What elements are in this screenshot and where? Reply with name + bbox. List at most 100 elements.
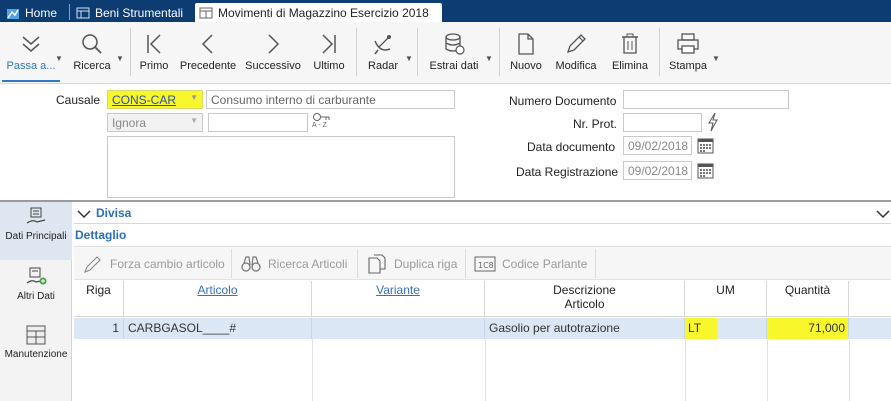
tab-beni-strumentali[interactable]: Beni Strumentali	[72, 3, 192, 22]
section-divider	[0, 200, 891, 202]
column-header-descrizione[interactable]: Descrizione Articolo	[485, 281, 685, 317]
table-row[interactable]: 1 CARBGASOL____# Gasolio per autotrazion…	[74, 318, 891, 339]
column-line	[849, 339, 850, 401]
cell-descrizione[interactable]: Gasolio per autotrazione	[485, 318, 685, 339]
home-icon	[6, 6, 20, 20]
codice-parlante-button[interactable]: 1C8 Codice Parlante	[468, 249, 596, 278]
ignora-text-field[interactable]	[208, 113, 308, 132]
tab-movimenti-magazzino[interactable]: Movimenti di Magazzino Esercizio 2018	[195, 3, 442, 22]
nav-altri-dati[interactable]: Altri Dati	[0, 262, 72, 316]
column-line	[767, 339, 768, 401]
app-window: Home Beni Strumentali Movimenti di Magaz…	[0, 0, 891, 401]
column-header-variante[interactable]: Variante	[312, 281, 485, 317]
forza-cambio-articolo-button[interactable]: Forza cambio articolo	[76, 249, 232, 278]
cell-articolo[interactable]: CARBGASOL____#	[124, 318, 312, 339]
estrai-dati-button[interactable]: Estrai dati	[426, 22, 482, 82]
radar-button[interactable]: Radar	[364, 22, 402, 82]
data-documento-field[interactable]: 09/02/2018	[623, 136, 692, 155]
detail-grid: Riga Articolo Variante Descrizione Artic…	[74, 281, 891, 401]
nav-dati-principali[interactable]: Dati Principali	[0, 202, 72, 260]
numero-documento-label: Numero Documento	[509, 94, 617, 108]
toolbar-separator	[499, 28, 500, 76]
column-header-descrizione-line1: Descrizione	[553, 283, 616, 297]
column-line	[485, 339, 486, 401]
calendar-icon[interactable]	[697, 162, 714, 179]
cell-um[interactable]: LT	[685, 318, 767, 339]
chevron-right-icon	[268, 34, 280, 54]
column-line	[685, 339, 686, 401]
new-document-icon	[518, 33, 534, 55]
ricerca-dropdown-arrow[interactable]: ▼	[116, 54, 124, 63]
divisa-section-title[interactable]: Divisa	[96, 206, 131, 220]
column-line	[312, 339, 313, 401]
last-record-icon	[322, 34, 336, 54]
cell-quantita[interactable]: 71,000	[767, 318, 849, 339]
left-nav: Dati Principali Altri Dati Manutenzione	[0, 202, 72, 401]
causale-dropdown-arrow[interactable]: ▼	[190, 93, 198, 102]
numero-documento-field[interactable]	[623, 90, 789, 109]
az-label: A - Z	[312, 122, 327, 129]
ricerca-articoli-button[interactable]: Ricerca Articoli	[234, 249, 358, 278]
primo-button[interactable]: Primo	[136, 22, 172, 82]
ignora-select[interactable]: Ignora ▼	[107, 113, 203, 132]
ultimo-button[interactable]: Ultimo	[308, 22, 350, 82]
tab-separator	[69, 4, 70, 20]
tab-bar: Home Beni Strumentali Movimenti di Magaz…	[0, 0, 891, 22]
successivo-button[interactable]: Successivo	[244, 22, 302, 82]
cell-variante[interactable]	[312, 318, 485, 339]
column-header-riga[interactable]: Riga	[74, 281, 124, 317]
radar-dropdown-arrow[interactable]: ▼	[405, 54, 413, 63]
causale-label: Causale	[56, 93, 101, 107]
key-az-icon[interactable]: A - Z	[312, 112, 332, 132]
causale-description-field[interactable]: Consumo interno di carburante	[206, 90, 455, 109]
ignora-value: Ignora	[112, 116, 147, 130]
precedente-button[interactable]: Precedente	[178, 22, 238, 82]
nav-manutenzione[interactable]: Manutenzione	[0, 320, 72, 374]
hand-document-add-icon	[26, 267, 47, 285]
ignora-dropdown-arrow[interactable]: ▼	[190, 116, 198, 125]
section-line	[74, 223, 891, 224]
pencil-icon	[566, 34, 586, 54]
chevron-left-icon	[201, 34, 213, 54]
header-form: Causale CONS-CAR ▼ Consumo interno di ca…	[0, 84, 891, 200]
notes-textarea[interactable]	[107, 136, 455, 198]
nuovo-button[interactable]: Nuovo	[507, 22, 545, 82]
active-indicator	[2, 80, 60, 82]
nr-prot-field[interactable]	[623, 113, 702, 132]
column-header-articolo[interactable]: Articolo	[124, 281, 312, 317]
chevron-down-icon[interactable]	[77, 209, 91, 219]
elimina-button[interactable]: Elimina	[610, 22, 650, 82]
causale-code-field[interactable]: CONS-CAR ▼	[107, 90, 203, 109]
database-icon	[445, 33, 465, 55]
tab-movimenti-label: Movimenti di Magazzino Esercizio 2018	[218, 5, 429, 20]
estrai-dati-dropdown-arrow[interactable]: ▼	[485, 54, 493, 63]
grid-icon	[76, 6, 90, 20]
stampa-button[interactable]: Stampa	[668, 22, 708, 82]
calendar-icon[interactable]	[697, 137, 714, 154]
pencil-icon	[84, 255, 101, 273]
column-header-um[interactable]: UM	[685, 281, 767, 317]
satellite-dish-icon	[374, 35, 391, 55]
stampa-dropdown-arrow[interactable]: ▼	[712, 54, 720, 63]
tab-beni-label: Beni Strumentali	[95, 5, 184, 20]
printer-icon	[677, 33, 699, 54]
detail-toolbar: Forza cambio articolo Ricerca Articoli D…	[74, 246, 891, 280]
data-registrazione-field[interactable]: 09/02/2018	[623, 161, 692, 180]
passa-a-button[interactable]: Passa a...	[2, 22, 60, 82]
column-header-quantita[interactable]: Quantità	[767, 281, 849, 317]
hand-document-icon	[26, 207, 46, 224]
trash-icon	[622, 33, 638, 54]
tab-home-label: Home	[25, 5, 58, 20]
code-icon: 1C8	[474, 256, 496, 271]
passa-a-dropdown-arrow[interactable]: ▼	[55, 54, 63, 63]
chevron-down-icon[interactable]	[876, 209, 890, 219]
lightning-icon[interactable]	[706, 112, 720, 132]
toolbar-separator	[356, 28, 357, 76]
duplicate-document-icon	[368, 253, 386, 274]
toolbar-separator	[130, 28, 131, 76]
ricerca-button[interactable]: Ricerca	[70, 22, 114, 82]
modifica-button[interactable]: Modifica	[553, 22, 599, 82]
nr-prot-label: Nr. Prot.	[573, 117, 618, 131]
duplica-riga-button[interactable]: Duplica riga	[360, 249, 466, 278]
tab-home[interactable]: Home	[2, 3, 68, 22]
